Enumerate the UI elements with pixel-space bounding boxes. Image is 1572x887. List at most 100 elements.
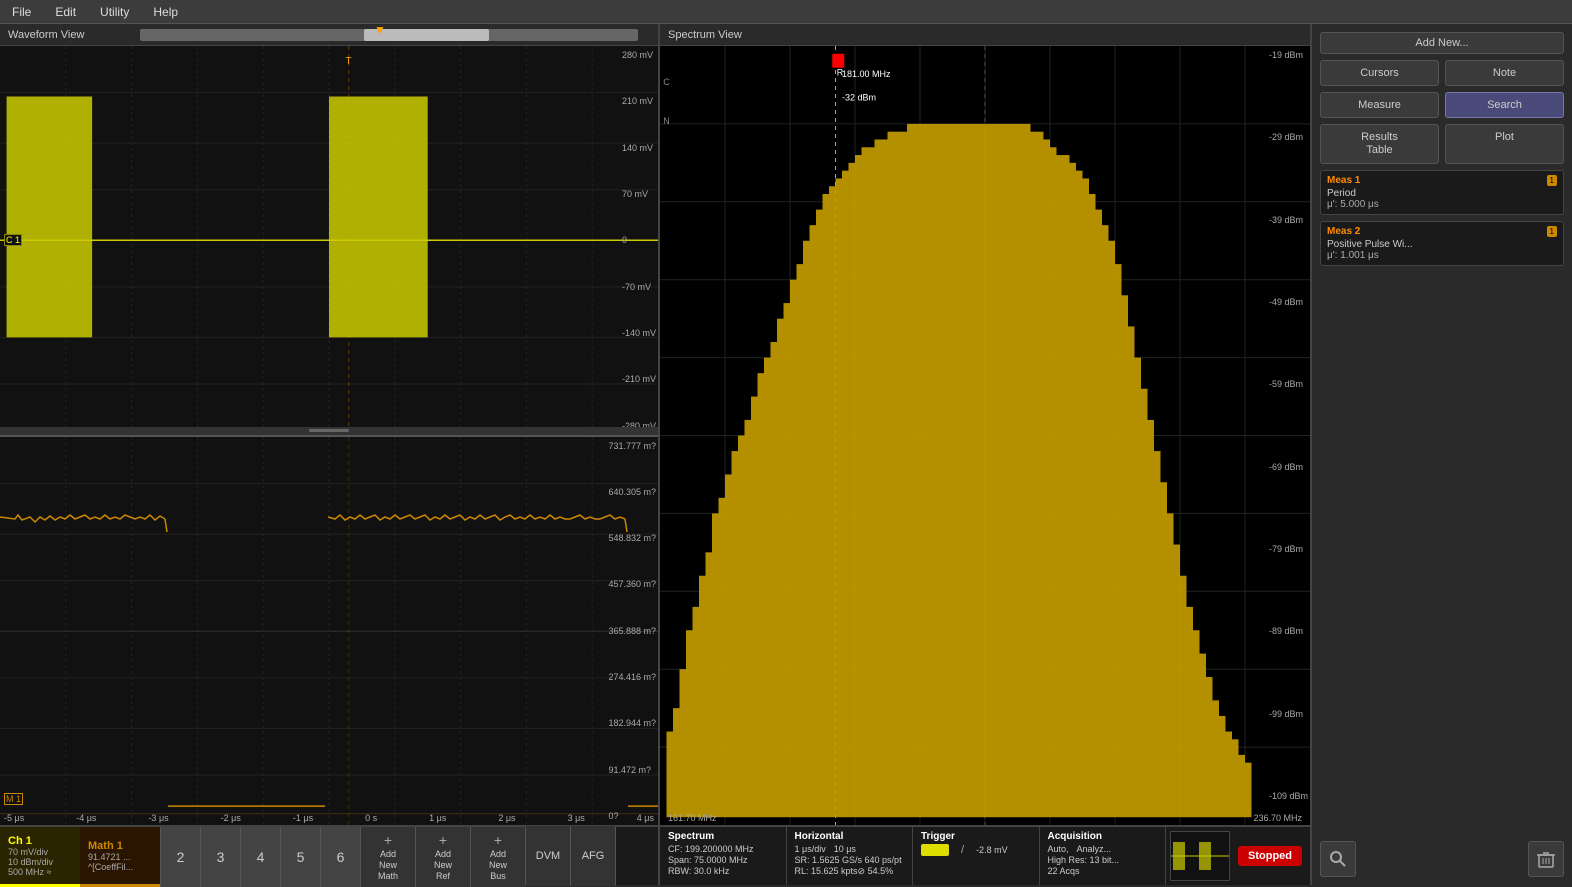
menu-edit[interactable]: Edit: [51, 3, 80, 21]
meas1-badge: 1: [1547, 175, 1557, 186]
spectrum-span: Span: 75.0000 MHz: [668, 855, 748, 865]
bottom-bar: Ch 1 70 mV/div 10 dBm/div 500 MHz ≈ Math…: [0, 825, 658, 885]
math1-button[interactable]: Math 1 91.4721 ... ^[CoeffFil...: [80, 827, 160, 887]
measure-button[interactable]: Measure: [1320, 92, 1439, 118]
scrollbar-track[interactable]: ▼: [140, 29, 638, 41]
h-delay: 10 μs: [834, 844, 856, 854]
svg-text:181.00 MHz: 181.00 MHz: [842, 69, 891, 79]
add-new-button[interactable]: Add New...: [1320, 32, 1564, 54]
ch5-button[interactable]: 5: [280, 827, 320, 887]
svg-text:T: T: [345, 56, 351, 67]
spectrum-view-title: Spectrum View: [668, 29, 742, 41]
h-rl: RL: 15.625 kpts⊘ 54.5%: [795, 866, 894, 877]
waveform-thumbnail: [1170, 831, 1230, 881]
zoom-icon-button[interactable]: [1320, 841, 1356, 877]
spectrum-status-bar: Spectrum CF: 199.200000 MHz Span: 75.000…: [660, 825, 1310, 885]
spectrum-rbw: RBW: 30.0 kHz: [668, 866, 729, 876]
note-button[interactable]: Note: [1445, 60, 1564, 86]
h-sr: SR: 1.5625 GS/s 640 ps/pt: [795, 855, 902, 865]
time-axis-labels: -5 μs -4 μs -3 μs -2 μs -1 μs 0 s 1 μs 2…: [0, 813, 658, 823]
math-waveform-svg: [0, 437, 658, 826]
dvm-button[interactable]: DVM: [526, 826, 571, 886]
svg-text:C: C: [663, 77, 670, 87]
acq-analyze: Analyz...: [1077, 844, 1112, 854]
cursors-note-row: Cursors Note: [1320, 60, 1564, 86]
meas2-box: Meas 2 1 Positive Pulse Wi... μ': 1.001 …: [1320, 221, 1564, 266]
spectrum-view[interactable]: // This will be handled via inline gener…: [660, 46, 1310, 825]
panel-splitter[interactable]: [0, 427, 658, 435]
ch1-scale: 70 mV/div: [8, 847, 72, 857]
freq-end: 236.70 MHz: [1253, 813, 1302, 823]
waveform-lower: M 1 731.777 m? 640.305 m? 548.832 m? 457…: [0, 437, 658, 826]
meas1-header: Meas 1 1: [1327, 175, 1557, 186]
meas2-badge: 1: [1547, 226, 1557, 237]
acq-count: 22 Acqs: [1048, 866, 1080, 876]
spectrum-cf: CF: 199.200000 MHz: [668, 844, 754, 854]
results-plot-row: Results Table Plot: [1320, 124, 1564, 164]
m1-channel-marker: M 1: [4, 793, 23, 805]
trash-icon: [1536, 849, 1556, 869]
trigger-t-marker: ▼: [374, 23, 386, 37]
math1-val2: ^[CoeffFil...: [88, 862, 152, 872]
meas1-name: Period: [1327, 188, 1557, 199]
stopped-button[interactable]: Stopped: [1238, 846, 1302, 866]
run-stop-section: Stopped: [1166, 827, 1310, 885]
spectrum-freq-scale: 161.70 MHz 236.70 MHz: [668, 813, 1302, 823]
acq-highres: High Res: 13 bit...: [1048, 855, 1120, 865]
results-table-button[interactable]: Results Table: [1320, 124, 1439, 164]
h-scale: 1 μs/div: [795, 844, 826, 854]
add-bus-button[interactable]: + Add New Bus: [470, 827, 525, 887]
afg-button[interactable]: AFG: [571, 826, 616, 886]
main-layout: Waveform View ▼: [0, 24, 1572, 885]
trash-icon-button[interactable]: [1528, 841, 1564, 877]
math1-val1: 91.4721 ...: [88, 852, 152, 862]
menu-help[interactable]: Help: [149, 3, 182, 21]
ch1-label: Ch 1: [8, 835, 72, 847]
zoom-icon: [1328, 849, 1348, 869]
horizontal-status: Horizontal 1 μs/div 10 μs SR: 1.5625 GS/…: [787, 827, 914, 885]
add-math-button[interactable]: + Add New Math: [360, 827, 415, 887]
meas2-header: Meas 2 1: [1327, 226, 1557, 237]
trigger-status: Trigger / -2.8 mV: [913, 827, 1040, 885]
menu-file[interactable]: File: [8, 3, 35, 21]
waveform-svg: T: [0, 46, 658, 435]
acq-mode: Auto,: [1048, 844, 1069, 854]
ch6-button[interactable]: 6: [320, 827, 360, 887]
left-panel: Waveform View ▼: [0, 24, 660, 885]
cursors-button[interactable]: Cursors: [1320, 60, 1439, 86]
meas2-title: Meas 2: [1327, 226, 1360, 237]
trigger-title: Trigger: [921, 831, 1031, 842]
dvm-afg-section: DVM AFG: [525, 827, 616, 885]
spectrum-title: Spectrum: [668, 831, 778, 842]
trigger-level: -2.8 mV: [976, 845, 1008, 855]
horizontal-title: Horizontal: [795, 831, 905, 842]
measure-search-row: Measure Search: [1320, 92, 1564, 118]
menu-utility[interactable]: Utility: [96, 3, 133, 21]
ch4-button[interactable]: 4: [240, 827, 280, 887]
ch3-button[interactable]: 3: [200, 827, 240, 887]
ch2-button[interactable]: 2: [160, 827, 200, 887]
svg-text:N: N: [663, 116, 670, 126]
spectrum-db-scale: -19 dBm -29 dBm -39 dBm -49 dBm -59 dBm …: [1269, 46, 1308, 805]
meas2-value: μ': 1.001 μs: [1327, 250, 1557, 261]
add-ref-button[interactable]: + Add New Ref: [415, 827, 470, 887]
meas1-box: Meas 1 1 Period μ': 5.000 μs: [1320, 170, 1564, 215]
ch1-dbdiv: 10 dBm/div: [8, 857, 72, 867]
waveform-view-title: Waveform View: [8, 29, 84, 41]
ch1-button[interactable]: Ch 1 70 mV/div 10 dBm/div 500 MHz ≈: [0, 827, 80, 887]
search-button[interactable]: Search: [1445, 92, 1564, 118]
lower-scale-labels: 731.777 m? 640.305 m? 548.832 m? 457.360…: [608, 437, 656, 826]
meas1-value: μ': 5.000 μs: [1327, 199, 1557, 210]
meas2-name: Positive Pulse Wi...: [1327, 239, 1557, 250]
spectrum-title-bar: Spectrum View: [660, 24, 1310, 46]
waveform-title-bar: Waveform View ▼: [0, 24, 658, 46]
meas1-title: Meas 1: [1327, 175, 1360, 186]
upper-scale-labels: 280 mV 210 mV 140 mV 70 mV 0 -70 mV -140…: [622, 46, 656, 435]
waveform-upper: T C 1 280 mV 210 mV 140 mV 70 mV 0 -70 m…: [0, 46, 658, 437]
plot-button[interactable]: Plot: [1445, 124, 1564, 164]
freq-start: 161.70 MHz: [668, 813, 717, 823]
spectrum-svg: // This will be handled via inline gener…: [660, 46, 1310, 825]
acquisition-status: Acquisition Auto, Analyz... High Res: 13…: [1040, 827, 1167, 885]
menu-bar: File Edit Utility Help: [0, 0, 1572, 24]
ch1-freq: 500 MHz ≈: [8, 867, 72, 877]
